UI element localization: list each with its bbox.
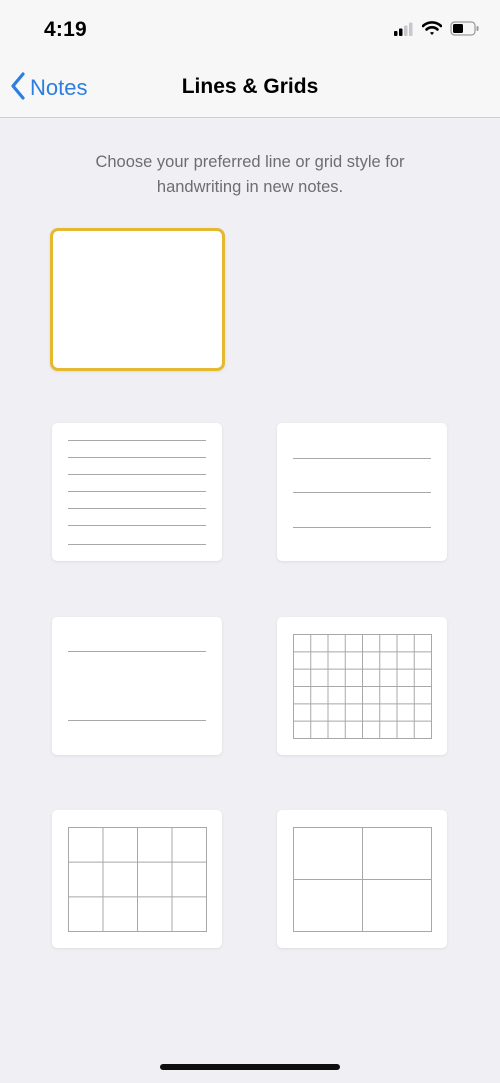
status-bar: 4:19	[0, 0, 500, 60]
page-title: Lines & Grids	[181, 75, 319, 98]
lines-small-pattern	[68, 440, 206, 545]
wifi-icon	[421, 21, 443, 41]
grid-medium-pattern	[68, 827, 207, 932]
cellular-signal-icon	[394, 22, 414, 41]
home-indicator[interactable]	[160, 1064, 340, 1070]
description-text: Choose your preferred line or grid style…	[95, 153, 405, 196]
battery-icon	[450, 21, 480, 41]
option-lines-small[interactable]	[52, 423, 222, 561]
option-lines-large[interactable]	[52, 617, 222, 755]
status-time: 4:19	[44, 18, 87, 41]
status-icons	[394, 20, 480, 42]
option-grid-medium[interactable]	[52, 810, 222, 948]
option-grid-small[interactable]	[277, 617, 447, 755]
option-blank[interactable]	[50, 228, 225, 371]
grid-small-pattern	[293, 634, 432, 739]
lines-large-pattern	[68, 651, 206, 721]
lines-medium-pattern	[293, 458, 431, 528]
option-lines-medium[interactable]	[277, 423, 447, 561]
grid-large-pattern	[293, 827, 432, 932]
option-grid-large[interactable]	[277, 810, 447, 948]
navigation-bar: Notes Lines & Grids	[0, 60, 500, 118]
